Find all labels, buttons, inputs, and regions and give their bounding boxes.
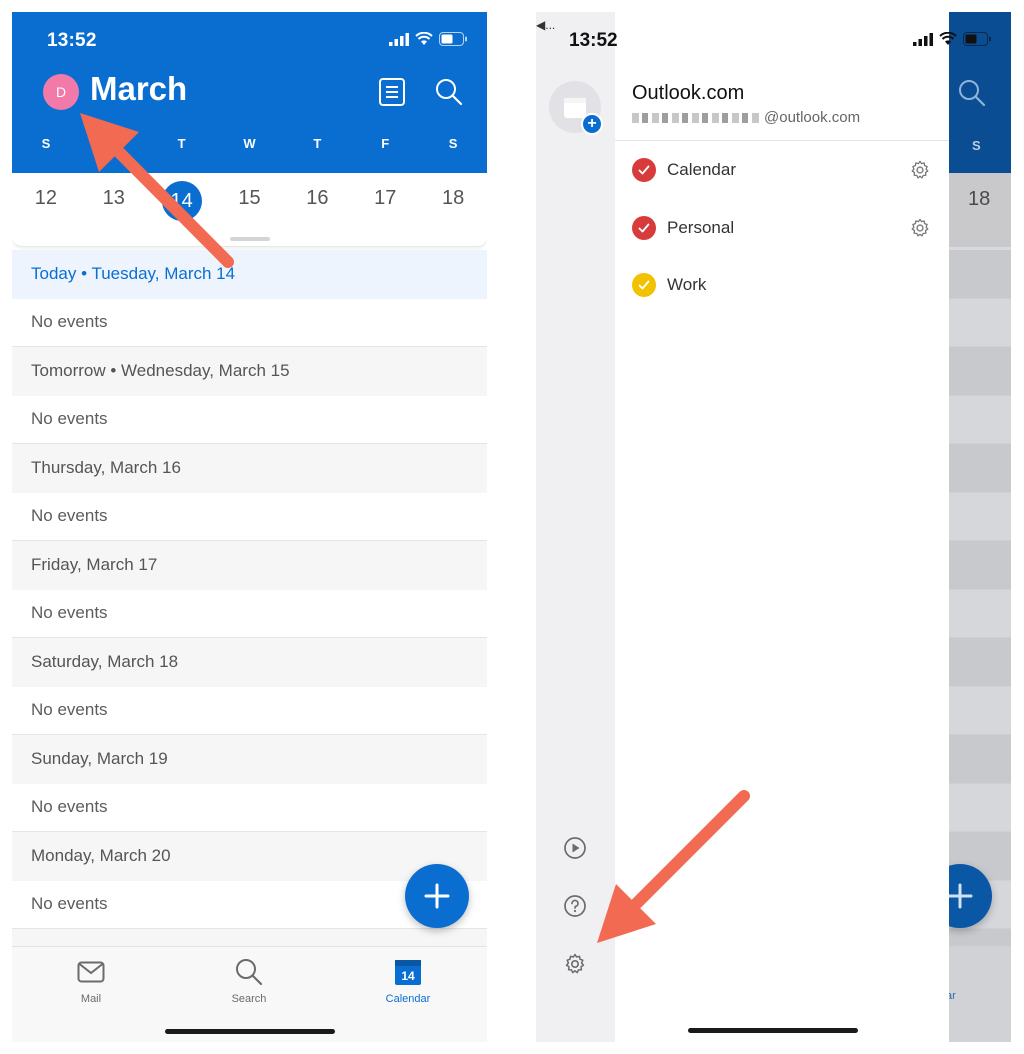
no-events-row: No events <box>12 589 487 638</box>
redacted-email <box>632 112 762 123</box>
calendar-item-personal[interactable]: Personal <box>632 208 932 248</box>
status-icons <box>913 32 991 46</box>
calendar-screen: 13:52 D March S M T W T F S 12 13 14 15 … <box>12 12 487 1042</box>
home-indicator <box>165 1029 335 1034</box>
date-cell[interactable]: 17 <box>351 173 419 246</box>
tab-search[interactable]: Search <box>199 957 299 1005</box>
account-name: Outlook.com <box>632 82 745 104</box>
day-header: Saturday, March 18 <box>12 638 487 687</box>
gear-icon[interactable] <box>908 216 932 240</box>
search-icon <box>959 80 986 107</box>
battery-icon <box>963 32 991 46</box>
weekday-label: M <box>108 136 120 151</box>
calendar-icon: 14 <box>394 957 422 987</box>
day-header-today: Today • Tuesday, March 14 <box>12 250 487 299</box>
day-header: Tomorrow • Wednesday, March 15 <box>12 347 487 396</box>
signal-icon <box>389 32 409 46</box>
add-account-icon[interactable]: + <box>581 113 603 135</box>
day-header: Sunday, March 19 <box>12 735 487 784</box>
no-events-row: No events <box>12 395 487 444</box>
calendar-badge: 14 <box>401 969 415 983</box>
settings-icon[interactable] <box>562 951 588 977</box>
date-cell[interactable]: 16 <box>283 173 351 246</box>
no-events-row: No events <box>12 298 487 347</box>
agenda-list: Today • Tuesday, March 14 No events Tomo… <box>12 250 487 978</box>
search-icon[interactable] <box>433 76 465 108</box>
play-icon[interactable] <box>562 835 588 861</box>
weekday-label: F <box>381 136 390 151</box>
day-header: Thursday, March 16 <box>12 444 487 493</box>
status-icons <box>389 32 467 46</box>
weekday-label: S <box>41 136 51 151</box>
weekday-label: W <box>243 136 256 151</box>
account-rail: ◀... + <box>536 12 615 1042</box>
date-cell-selected[interactable]: 14 <box>148 173 216 246</box>
account-email: @outlook.com <box>632 109 860 126</box>
search-icon <box>234 957 264 987</box>
check-icon[interactable] <box>632 158 656 182</box>
tab-label: Calendar <box>385 993 431 1005</box>
tab-calendar[interactable]: 14 Calendar <box>358 957 458 1005</box>
week-date-strip: 12 13 14 15 16 17 18 <box>12 173 487 247</box>
no-events-row: No events <box>12 492 487 541</box>
help-icon[interactable] <box>562 893 588 919</box>
drag-handle[interactable] <box>230 237 270 241</box>
calendar-item-calendar[interactable]: Calendar <box>632 150 932 190</box>
date-cell[interactable]: 18 <box>419 173 487 246</box>
date-cell[interactable]: 12 <box>12 173 80 246</box>
home-indicator <box>688 1028 858 1033</box>
back-label[interactable]: ◀... <box>536 18 555 32</box>
calendar-label: Calendar <box>667 160 736 179</box>
avatar[interactable]: D <box>43 74 79 110</box>
gear-icon[interactable] <box>908 158 932 182</box>
drawer-screen: S 18 ar ◀... + Outlook.com @outlook.com … <box>536 12 1011 1042</box>
no-events-row: No events <box>12 783 487 832</box>
plus-icon <box>947 883 973 909</box>
signal-icon <box>913 32 933 46</box>
wifi-icon <box>415 32 433 45</box>
status-time: 13:52 <box>569 30 618 51</box>
battery-icon <box>439 32 467 46</box>
date-cell: 18 <box>968 188 991 210</box>
weekday-label: S <box>448 136 458 151</box>
calendar-drawer: Outlook.com @outlook.com Calendar Person… <box>615 12 949 1042</box>
check-icon[interactable] <box>632 216 656 240</box>
date-cell[interactable]: 13 <box>80 173 148 246</box>
calendar-label: Personal <box>667 218 735 237</box>
no-events-row: No events <box>12 686 487 735</box>
check-icon[interactable] <box>632 273 656 297</box>
divider <box>615 140 949 141</box>
calendar-label: Work <box>667 275 707 294</box>
tab-mail[interactable]: Mail <box>41 957 141 1005</box>
day-header: Friday, March 17 <box>12 541 487 590</box>
page-title: March <box>90 70 188 107</box>
date-cell[interactable]: 15 <box>216 173 284 246</box>
tab-label: Mail <box>80 993 102 1005</box>
mail-icon <box>77 957 105 987</box>
weekday-label: T <box>177 136 186 151</box>
weekday-label: S <box>972 138 981 153</box>
weekday-row: S M T W T F S <box>12 136 487 151</box>
plus-icon <box>424 883 450 909</box>
tab-label: Search <box>231 993 267 1005</box>
status-time: 13:52 <box>47 30 97 51</box>
tab-bar: Mail Search 14 Calendar <box>12 946 487 1042</box>
list-view-icon[interactable] <box>376 76 408 108</box>
calendar-item-work[interactable]: Work <box>632 265 932 305</box>
calendar-header: 13:52 D March S M T W T F S <box>12 12 487 173</box>
new-event-button[interactable] <box>405 864 469 928</box>
wifi-icon <box>939 32 957 45</box>
weekday-label: T <box>313 136 322 151</box>
